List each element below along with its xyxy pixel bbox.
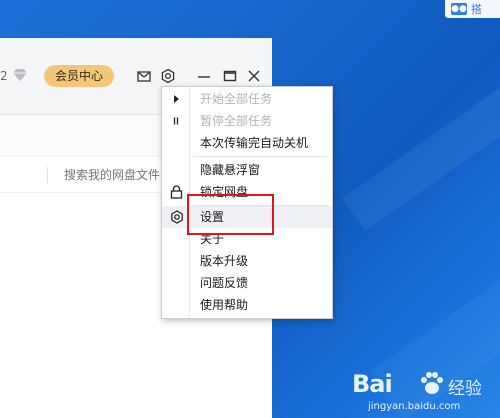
mail-icon[interactable] — [136, 68, 152, 84]
vip-center-button[interactable]: 会员中心 — [44, 65, 114, 87]
floating-widget[interactable]: ●● 搭 — [445, 0, 500, 18]
minimize-icon[interactable] — [196, 68, 212, 84]
menu-item-label: 隐藏悬浮窗 — [200, 163, 261, 177]
menu-item-start-all[interactable]: 开始全部任务 — [162, 88, 332, 110]
menu-item-feedback[interactable]: 问题反馈 — [162, 272, 332, 294]
menu-item-help[interactable]: 使用帮助 — [162, 294, 332, 316]
menu-separator — [193, 156, 329, 157]
desktop-light-streak — [342, 49, 500, 231]
diamond-icon[interactable] — [13, 69, 27, 81]
menu-item-upgrade[interactable]: 版本升级 — [162, 250, 332, 272]
maximize-icon[interactable] — [222, 68, 238, 84]
watermark-logo-text: Bai — [352, 370, 393, 398]
gear-icon — [171, 210, 183, 224]
settings-highlight-box — [187, 194, 274, 235]
menu-item-label: 开始全部任务 — [200, 92, 273, 106]
gear-icon[interactable] — [160, 68, 176, 84]
lock-icon — [170, 185, 183, 199]
menu-item-label: 问题反馈 — [200, 276, 249, 290]
menu-item-label: 本次传输完自动关机 — [200, 136, 309, 150]
menu-item-label: 暂停全部任务 — [200, 114, 273, 128]
watermark-cn-text: 经验 — [448, 379, 482, 399]
floating-widget-label: 搭 — [471, 3, 482, 16]
paw-icon — [421, 372, 443, 394]
menu-item-auto-shutdown[interactable]: 本次传输完自动关机 — [162, 132, 332, 154]
menu-item-label: 版本升级 — [200, 254, 249, 268]
search-divider — [47, 167, 48, 183]
baidu-jingyan-watermark: Bai 经验 jingyan.baidu.com — [352, 366, 492, 416]
menu-item-label: 使用帮助 — [200, 298, 249, 312]
baidu-netdisk-icon: ●● — [451, 3, 467, 15]
pause-icon — [173, 117, 179, 125]
play-icon — [174, 95, 179, 103]
menu-item-hide-float[interactable]: 隐藏悬浮窗 — [162, 159, 332, 181]
watermark-url: jingyan.baidu.com — [368, 401, 461, 412]
user-level-number: 2 — [0, 69, 8, 83]
search-input[interactable] — [64, 166, 164, 184]
menu-item-pause-all[interactable]: 暂停全部任务 — [162, 110, 332, 132]
close-icon[interactable] — [246, 68, 262, 84]
